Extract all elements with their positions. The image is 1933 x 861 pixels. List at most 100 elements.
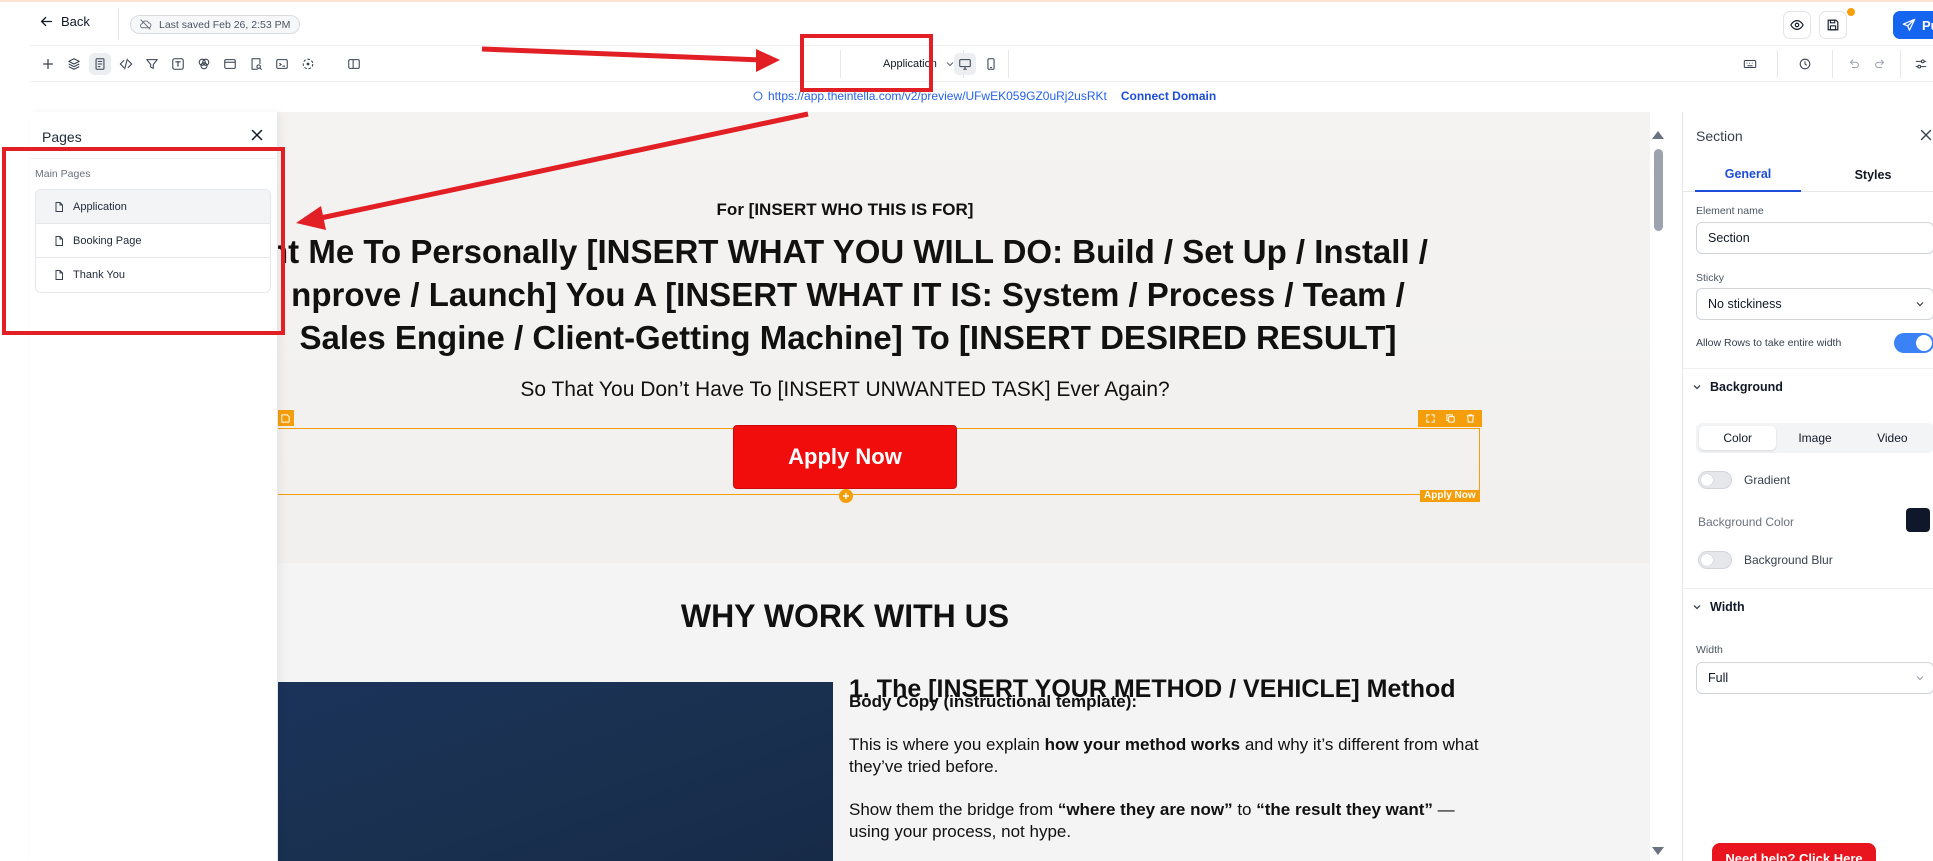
background-section-header[interactable]: Background — [1683, 368, 1933, 404]
back-button[interactable]: Back — [40, 14, 90, 29]
toolbar-divider — [1008, 50, 1009, 78]
popup-tool[interactable] — [219, 53, 241, 75]
topbar-divider — [118, 8, 119, 40]
row-save-handle[interactable] — [276, 410, 294, 426]
toolbar-divider — [1900, 50, 1901, 78]
toolbar-divider — [1832, 50, 1833, 78]
bg-blur-toggle[interactable] — [1698, 551, 1732, 569]
bg-blur-label: Background Blur — [1744, 553, 1833, 567]
bg-tab-video[interactable]: Video — [1854, 426, 1931, 450]
mobile-view-toggle[interactable] — [980, 53, 1002, 75]
width-section-header[interactable]: Width — [1683, 588, 1933, 624]
width-section-title: Width — [1710, 599, 1745, 614]
pages-close-button[interactable] — [250, 128, 264, 142]
hero-headline-line: nprove / Launch] You A [INSERT WHAT IT I… — [291, 276, 1405, 313]
method-paragraph-2: Show them the bridge from “where they ar… — [849, 799, 1489, 843]
split-view-tool[interactable] — [343, 53, 365, 75]
plus-icon — [843, 493, 849, 499]
terminal-icon — [276, 59, 288, 69]
pages-tool[interactable] — [89, 53, 111, 75]
sticky-label: Sticky — [1696, 272, 1725, 284]
text-run: to — [1232, 800, 1257, 819]
width-select[interactable]: Full — [1696, 662, 1933, 694]
layers-tool[interactable] — [63, 53, 85, 75]
plus-icon — [43, 59, 53, 69]
bg-color-swatch[interactable] — [1906, 508, 1930, 532]
text-tool[interactable] — [167, 53, 189, 75]
form-tool[interactable] — [245, 53, 267, 75]
top-bar: Back Last saved Feb 26, 2:53 PM Publish — [30, 2, 1933, 46]
clock-icon — [1799, 58, 1811, 70]
gradient-label: Gradient — [1744, 473, 1791, 487]
smartphone-icon — [987, 58, 995, 70]
add-element-tool[interactable] — [37, 53, 59, 75]
element-name-input[interactable]: Section — [1696, 222, 1933, 254]
publish-button[interactable]: Publish — [1893, 11, 1933, 39]
keyboard-icon — [1743, 59, 1757, 69]
redo-icon — [1875, 59, 1885, 69]
send-icon — [1902, 18, 1916, 31]
gradient-toggle[interactable] — [1698, 471, 1732, 489]
properties-tabs: General Styles — [1683, 158, 1933, 192]
preview-button[interactable] — [1783, 11, 1811, 39]
scroll-thumb[interactable] — [1654, 149, 1663, 231]
columns-icon — [348, 59, 360, 69]
filter-tool[interactable] — [141, 53, 163, 75]
expand-icon[interactable] — [1425, 413, 1436, 424]
code-tool[interactable] — [115, 53, 137, 75]
text-run-bold: “where they are now” — [1057, 800, 1233, 819]
save-icon — [1827, 19, 1839, 31]
element-name-label: Element name — [1696, 205, 1764, 217]
ai-tool[interactable] — [297, 53, 319, 75]
keyboard-shortcuts-tool[interactable] — [1739, 53, 1761, 75]
connect-domain-link[interactable]: Connect Domain — [1121, 89, 1216, 103]
allow-rows-toggle[interactable] — [1894, 333, 1933, 353]
undo-button[interactable] — [1843, 53, 1865, 75]
back-label: Back — [61, 14, 90, 29]
width-label: Width — [1696, 644, 1723, 656]
funnel-icon — [146, 59, 158, 69]
color-tool[interactable] — [193, 53, 215, 75]
tab-styles[interactable]: Styles — [1813, 158, 1933, 192]
add-row-button[interactable] — [839, 489, 853, 503]
chevron-down-icon — [1916, 676, 1924, 681]
bg-tab-image[interactable]: Image — [1776, 426, 1853, 450]
last-saved-text: Last saved Feb 26, 2:53 PM — [159, 18, 291, 31]
width-value: Full — [1708, 671, 1729, 685]
save-icon — [280, 413, 290, 423]
chevron-down-icon — [1693, 604, 1701, 609]
canvas-scrollbar[interactable] — [1652, 125, 1666, 861]
terminal-tool[interactable] — [271, 53, 293, 75]
editor-toolbar: Application — [30, 46, 1933, 82]
row-action-toolbar — [1418, 410, 1482, 427]
background-section-title: Background — [1710, 379, 1783, 394]
scroll-up-arrow[interactable] — [1652, 131, 1664, 139]
text-run-bold: how your method works — [1044, 735, 1241, 754]
sticky-select[interactable]: No stickiness — [1696, 288, 1933, 320]
allow-rows-full-width-row: Allow Rows to take entire width — [1696, 331, 1933, 355]
apply-now-button[interactable]: Apply Now — [733, 425, 957, 489]
redo-button[interactable] — [1869, 53, 1891, 75]
hero-headline: nt Me To Personally [INSERT WHAT YOU WIL… — [253, 230, 1443, 359]
unsaved-indicator-dot — [1846, 7, 1856, 17]
save-button[interactable] — [1819, 11, 1847, 39]
settings-sliders-tool[interactable] — [1910, 53, 1932, 75]
chevron-down-icon — [1916, 302, 1924, 307]
help-button[interactable]: Need help? Click Here — [1712, 843, 1876, 861]
trash-icon[interactable] — [1465, 413, 1476, 424]
pages-panel-title: Pages — [42, 129, 82, 145]
history-tool[interactable] — [1794, 53, 1816, 75]
ai-sparkle-icon — [302, 58, 314, 70]
cloud-off-icon — [140, 19, 152, 30]
copy-icon[interactable] — [1445, 413, 1456, 424]
method-paragraph-1: This is where you explain how your metho… — [849, 734, 1489, 778]
globe-icon — [753, 91, 763, 101]
toolbar-divider — [1777, 50, 1778, 78]
bg-tab-color[interactable]: Color — [1699, 426, 1777, 450]
palette-icon — [198, 58, 210, 70]
desktop-view-toggle[interactable] — [954, 53, 976, 75]
scroll-down-arrow[interactable] — [1652, 847, 1664, 855]
properties-close-button[interactable] — [1919, 128, 1933, 142]
tab-general[interactable]: General — [1695, 158, 1801, 192]
last-saved-status: Last saved Feb 26, 2:53 PM — [130, 15, 301, 34]
